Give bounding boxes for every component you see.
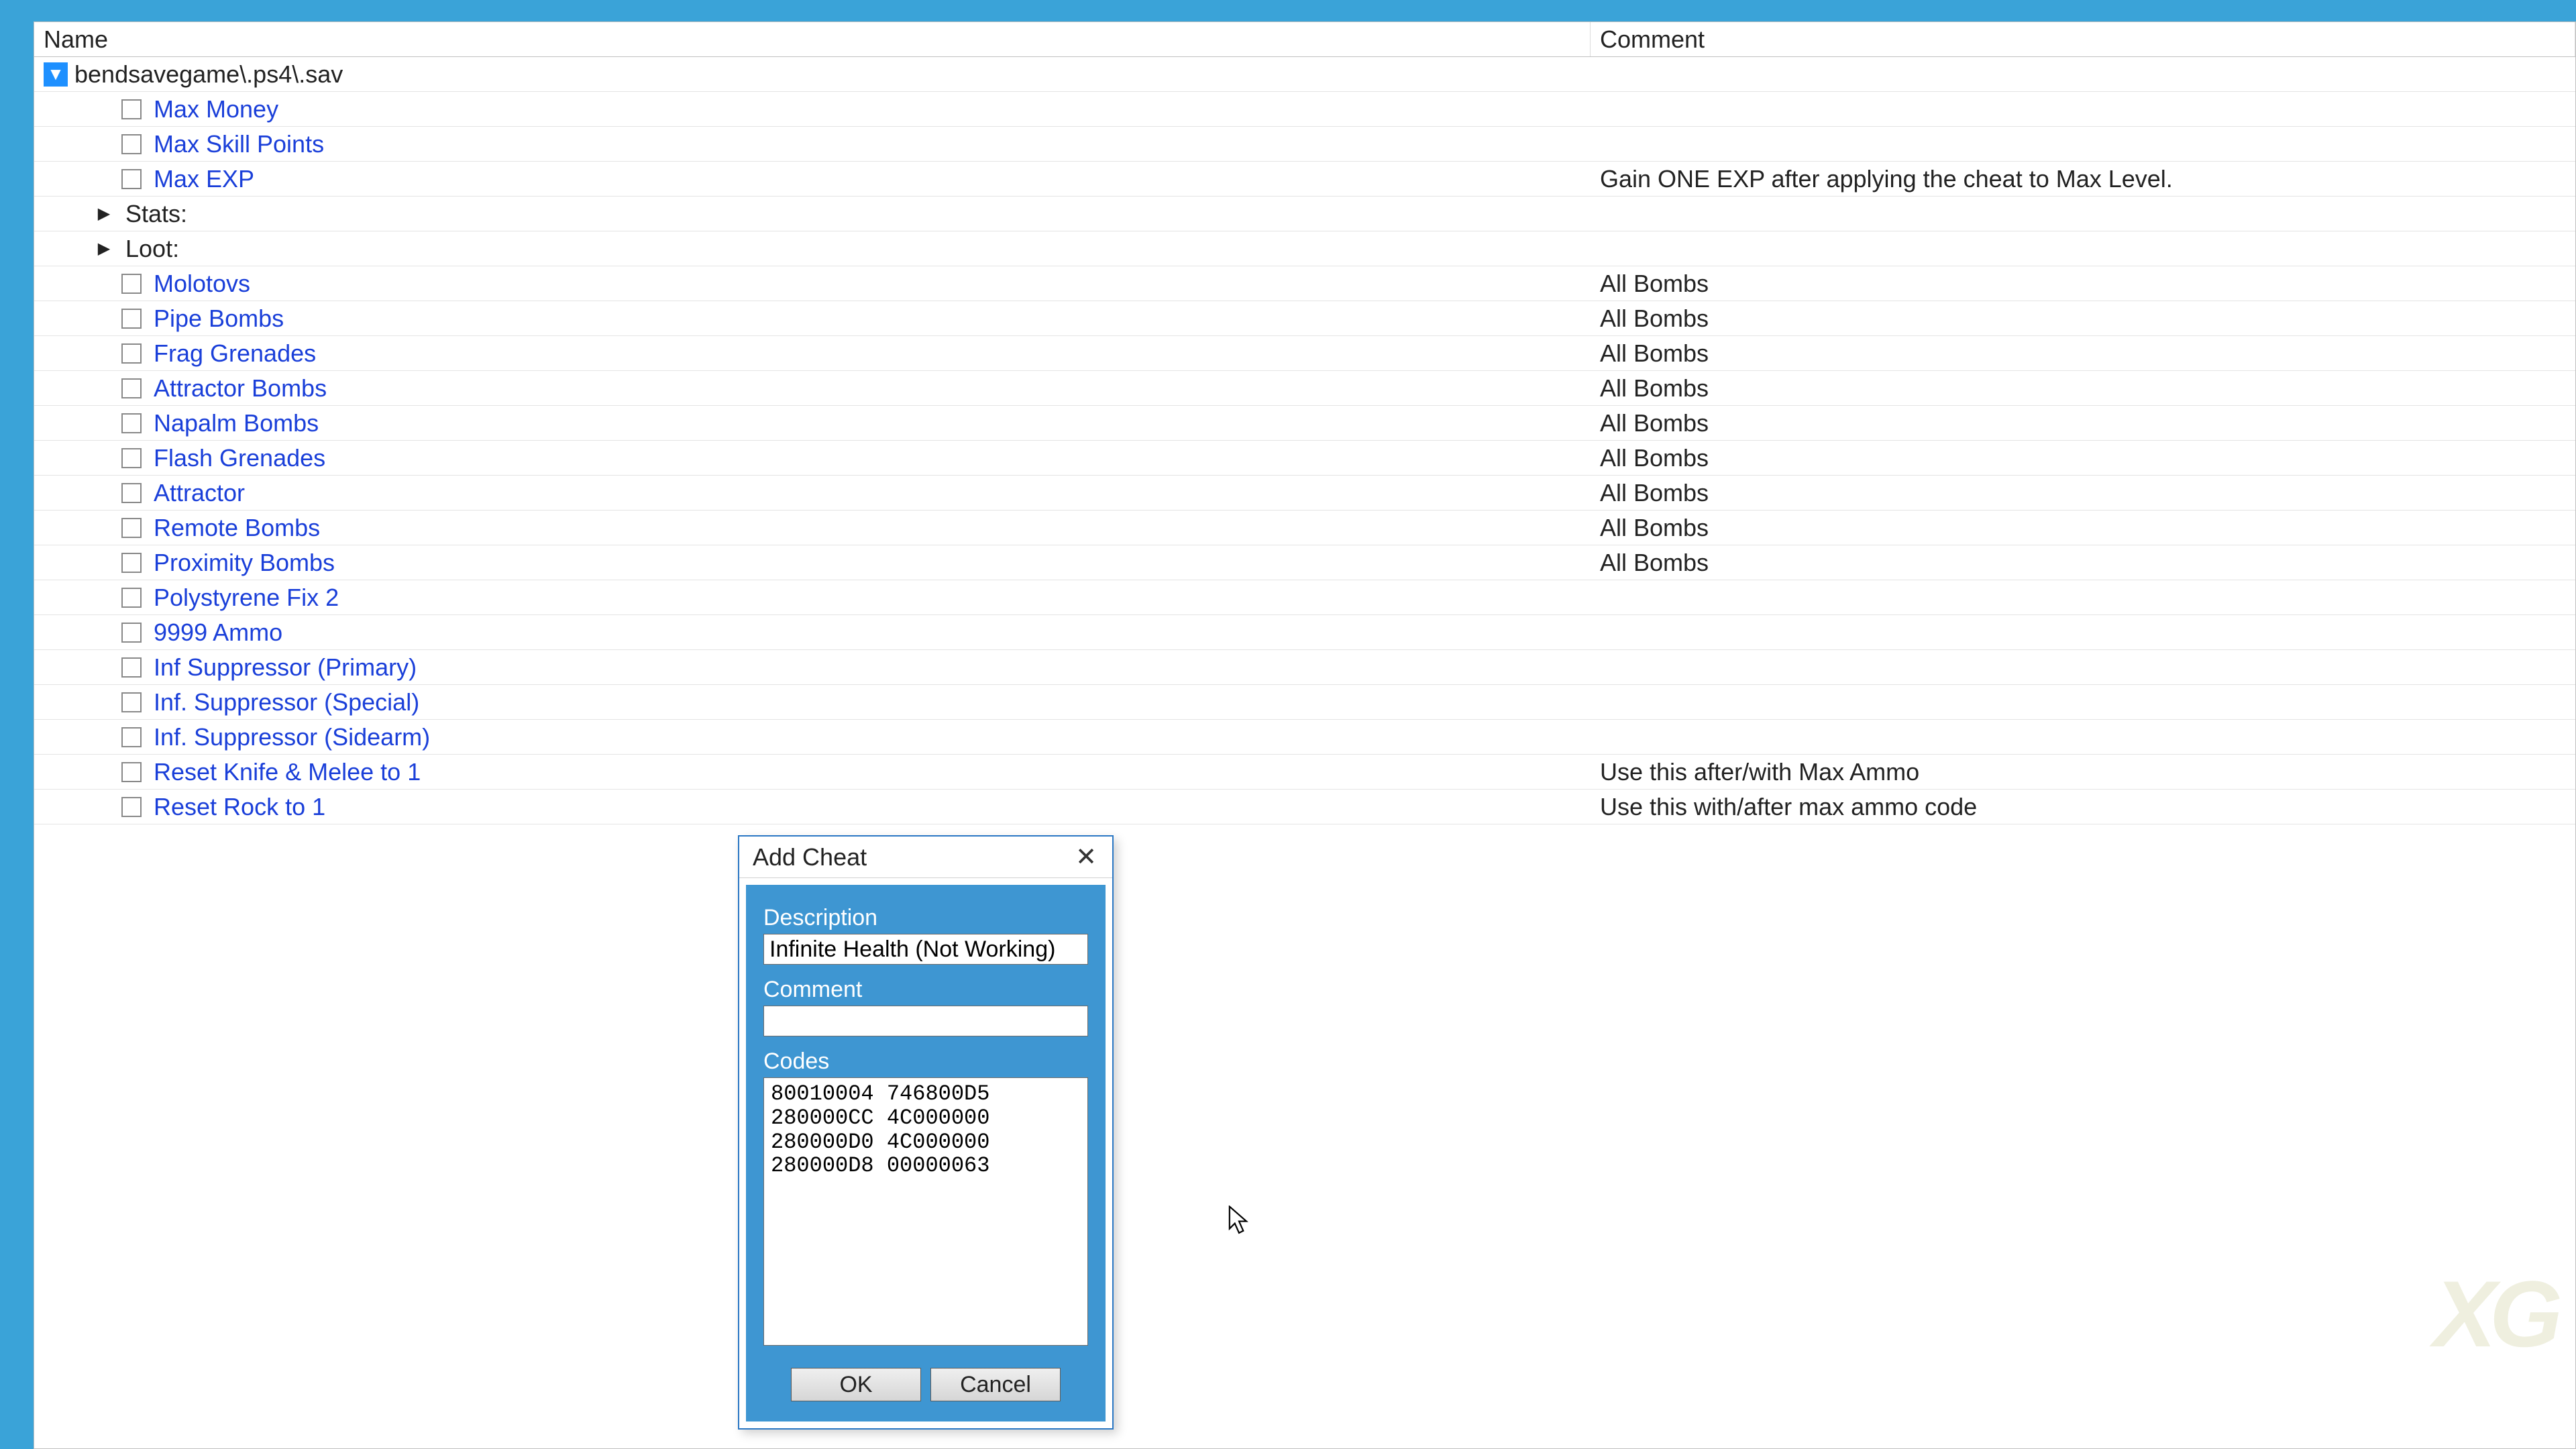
cheat-label[interactable]: Attractor Bombs [154, 374, 327, 402]
table-row[interactable]: Polystyrene Fix 2 [34, 580, 2575, 615]
cheat-label[interactable]: Max Skill Points [154, 130, 324, 158]
content-area: Name Comment ▼ bendsavegame\.ps4\.sav Ma… [34, 21, 2576, 1449]
dialog-title: Add Cheat [753, 843, 867, 871]
chevron-right-icon[interactable]: ▶ [95, 239, 113, 258]
cheat-label[interactable]: Attractor [154, 479, 245, 507]
table-row[interactable]: Max Skill Points [34, 127, 2575, 162]
group-label: Stats: [125, 200, 187, 228]
table-row[interactable]: Inf Suppressor (Primary) [34, 650, 2575, 685]
cheat-label[interactable]: Inf. Suppressor (Special) [154, 688, 419, 716]
table-row[interactable]: ▶ Loot: [34, 231, 2575, 266]
table-row[interactable]: Attractor All Bombs [34, 476, 2575, 511]
codes-textarea[interactable] [763, 1077, 1088, 1346]
cheat-comment: Gain ONE EXP after applying the cheat to… [1591, 165, 2575, 193]
table-row[interactable]: Proximity Bombs All Bombs [34, 545, 2575, 580]
checkbox[interactable] [121, 588, 142, 608]
table-row[interactable]: Pipe Bombs All Bombs [34, 301, 2575, 336]
table-row[interactable]: ▶ Stats: [34, 197, 2575, 231]
checkbox[interactable] [121, 483, 142, 503]
checkbox[interactable] [121, 309, 142, 329]
close-icon[interactable]: ✕ [1068, 842, 1104, 873]
checkbox[interactable] [121, 413, 142, 433]
cheat-comment: Use this with/after max ammo code [1591, 793, 2575, 821]
cheat-comment: All Bombs [1591, 549, 2575, 577]
checkbox[interactable] [121, 727, 142, 747]
cheat-comment: All Bombs [1591, 514, 2575, 542]
col-header-comment[interactable]: Comment [1591, 22, 2575, 56]
cheat-label[interactable]: Reset Rock to 1 [154, 793, 325, 821]
checkbox[interactable] [121, 448, 142, 468]
table-row[interactable]: Inf. Suppressor (Special) [34, 685, 2575, 720]
checkbox[interactable] [121, 99, 142, 119]
cheat-comment: Use this after/with Max Ammo [1591, 758, 2575, 786]
checkbox[interactable] [121, 343, 142, 364]
cheat-label[interactable]: Polystyrene Fix 2 [154, 584, 339, 612]
table-row[interactable]: Reset Rock to 1 Use this with/after max a… [34, 790, 2575, 824]
group-label: Loot: [125, 235, 179, 263]
cheat-label[interactable]: Flash Grenades [154, 444, 325, 472]
table-row[interactable]: Flash Grenades All Bombs [34, 441, 2575, 476]
checkbox[interactable] [121, 134, 142, 154]
ok-button[interactable]: OK [791, 1368, 921, 1401]
table-row[interactable]: Remote Bombs All Bombs [34, 511, 2575, 545]
checkbox[interactable] [121, 169, 142, 189]
cheat-label[interactable]: Inf. Suppressor (Sidearm) [154, 723, 430, 751]
cancel-button[interactable]: Cancel [930, 1368, 1061, 1401]
checkbox[interactable] [121, 623, 142, 643]
checkbox[interactable] [121, 518, 142, 538]
codes-label: Codes [763, 1049, 1088, 1075]
cheat-comment: All Bombs [1591, 479, 2575, 507]
description-label: Description [763, 905, 1088, 931]
tree-root-row[interactable]: ▼ bendsavegame\.ps4\.sav [34, 57, 2575, 92]
chevron-right-icon[interactable]: ▶ [95, 204, 113, 223]
cheat-comment: All Bombs [1591, 409, 2575, 437]
watermark-logo: XG [2434, 1260, 2556, 1368]
checkbox[interactable] [121, 657, 142, 678]
table-row[interactable]: Frag Grenades All Bombs [34, 336, 2575, 371]
table-row[interactable]: Molotovs All Bombs [34, 266, 2575, 301]
table-row[interactable]: Max EXP Gain ONE EXP after applying the c… [34, 162, 2575, 197]
col-header-name[interactable]: Name [34, 22, 1591, 56]
table-header: Name Comment [34, 22, 2575, 57]
description-input[interactable] [763, 934, 1088, 965]
cheat-comment: All Bombs [1591, 270, 2575, 298]
cheat-tree: ▼ bendsavegame\.ps4\.sav Max Money Max Sk… [34, 57, 2575, 824]
comment-input[interactable] [763, 1006, 1088, 1036]
checkbox[interactable] [121, 274, 142, 294]
cheat-comment: All Bombs [1591, 444, 2575, 472]
checkbox[interactable] [121, 553, 142, 573]
cheat-label[interactable]: Napalm Bombs [154, 409, 319, 437]
cheat-label[interactable]: Max EXP [154, 165, 254, 193]
checkbox[interactable] [121, 762, 142, 782]
cheat-comment: All Bombs [1591, 339, 2575, 368]
cheat-label[interactable]: Proximity Bombs [154, 549, 335, 577]
chevron-down-icon[interactable]: ▼ [44, 62, 68, 87]
comment-label: Comment [763, 977, 1088, 1003]
cheat-label[interactable]: Remote Bombs [154, 514, 320, 542]
table-row[interactable]: Reset Knife & Melee to 1 Use this after/w… [34, 755, 2575, 790]
dialog-button-row: OK Cancel [763, 1368, 1088, 1401]
table-row[interactable]: Napalm Bombs All Bombs [34, 406, 2575, 441]
table-row[interactable]: Inf. Suppressor (Sidearm) [34, 720, 2575, 755]
cheat-comment: All Bombs [1591, 305, 2575, 333]
checkbox[interactable] [121, 378, 142, 398]
table-row[interactable]: 9999 Ammo [34, 615, 2575, 650]
cheat-comment: All Bombs [1591, 374, 2575, 402]
checkbox[interactable] [121, 797, 142, 817]
cheat-label[interactable]: Molotovs [154, 270, 250, 298]
table-row[interactable]: Max Money [34, 92, 2575, 127]
table-row[interactable]: Attractor Bombs All Bombs [34, 371, 2575, 406]
cheat-label[interactable]: Max Money [154, 95, 278, 123]
cheat-label[interactable]: Pipe Bombs [154, 305, 284, 333]
cheat-label[interactable]: Reset Knife & Melee to 1 [154, 758, 421, 786]
cheat-label[interactable]: Inf Suppressor (Primary) [154, 653, 417, 682]
cheat-label[interactable]: Frag Grenades [154, 339, 316, 368]
root-label: bendsavegame\.ps4\.sav [74, 60, 343, 89]
cheat-label[interactable]: 9999 Ammo [154, 619, 282, 647]
dialog-titlebar[interactable]: Add Cheat ✕ [739, 837, 1112, 878]
dialog-body: Description Comment Codes OK Cancel [746, 885, 1106, 1421]
window-frame: Name Comment ▼ bendsavegame\.ps4\.sav Ma… [0, 0, 2576, 1449]
checkbox[interactable] [121, 692, 142, 712]
add-cheat-dialog: Add Cheat ✕ Description Comment Codes OK… [738, 835, 1114, 1430]
